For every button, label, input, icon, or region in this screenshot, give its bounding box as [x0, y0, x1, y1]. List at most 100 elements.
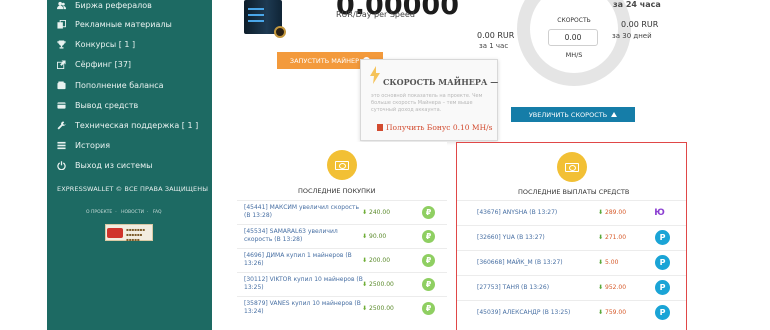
money-icon	[327, 150, 357, 180]
start-miner-label: ЗАПУСТИТЬ МАЙНЕР	[289, 56, 360, 65]
arrow-down-icon: ⬇	[598, 284, 604, 291]
sidebar-item-surfing[interactable]: Сёрфинг [37]	[55, 55, 131, 73]
monthly-income-label: за 30 дней	[612, 32, 652, 40]
increase-speed-button[interactable]: УВЕЛИЧИТЬ СКОРОСТЬ	[511, 107, 635, 122]
purchase-amount: 90.00	[369, 233, 387, 240]
purchase-amount: 2500.00	[369, 281, 394, 288]
payout-amount: 271.00	[605, 234, 627, 241]
payout-text: [45039] АЛЕКСАНДР (В 13:25)	[477, 309, 571, 316]
sidebar: Биржа рефералов Рекламные материалы Конк…	[47, 0, 212, 330]
payout-amount: 952.00	[605, 284, 627, 291]
payeer-icon: P	[655, 280, 670, 295]
speed-gauge: СКОРОСТЬ 0.00 MH/S	[517, 0, 631, 86]
list-item: [45039] АЛЕКСАНДР (В 13:25) ⬇ 759.00 P	[457, 300, 686, 324]
list-item: [45534] SAMARAL63 увеличил скорость (В 13…	[237, 224, 447, 248]
footer-link-about[interactable]: О ПРОЕКТЕ	[86, 210, 112, 215]
payout-amount: 289.00	[605, 209, 627, 216]
daily-income-label: за 24 часа	[613, 0, 661, 9]
purchase-time: (В 13:28)	[244, 212, 272, 219]
purchase-amount: 240.00	[369, 209, 391, 216]
purchase-text: [45534] SAMARAL63 увеличил	[244, 228, 338, 235]
footer-links: О ПРОЕКТЕ · НОВОСТИ · FAQ	[86, 210, 162, 215]
list-item: [30112] VIKTOR купил 10 майнеров (В 13:25…	[237, 272, 447, 296]
purchase-time: 13:25)	[244, 284, 264, 291]
footer-link-faq[interactable]: FAQ	[153, 210, 162, 215]
arrow-down-icon: ⬇	[362, 257, 368, 264]
sidebar-item-withdraw[interactable]: Вывод средств	[55, 96, 138, 114]
sidebar-item-contests[interactable]: Конкурсы [ 1 ]	[55, 35, 135, 53]
sidebar-item-deposit[interactable]: Пополнение баланса	[55, 76, 164, 94]
sidebar-item-referral-exchange[interactable]: Биржа рефералов	[55, 0, 152, 14]
sidebar-item-label: История	[75, 140, 111, 150]
arrow-down-icon: ⬇	[598, 259, 604, 266]
list-icon	[55, 139, 67, 151]
sidebar-item-logout[interactable]: Выход из системы	[55, 156, 152, 174]
hourly-income-value: 0.00 RUR	[477, 31, 515, 40]
recent-purchases-panel: ПОСЛЕДНИЕ ПОКУПКИ [45441] МАКСИМ увеличи…	[237, 142, 447, 330]
fan-icon	[274, 26, 286, 38]
gift-icon	[377, 124, 383, 131]
copy-icon	[55, 18, 67, 30]
purchase-text: [35879] VANES купил 10 майнеров (В	[244, 300, 361, 307]
monthly-income-value: 0.00 RUR	[621, 20, 659, 29]
sidebar-item-support[interactable]: Техническая поддержка [ 1 ]	[55, 116, 198, 134]
list-item: [27753] ТАНЯ (В 13:26) ⬇ 952.00 P	[457, 275, 686, 299]
purchase-text: [4696] ДИМА купил 1 майнеров (В	[244, 252, 352, 259]
counter-badge[interactable]: ▪▪▪▪▪▪▪ ▪▪▪▪▪▪ ▪▪▪▪▪	[105, 224, 153, 242]
payeer-icon: ₽	[422, 278, 435, 291]
tooltip-title: СКОРОСТЬ МАЙНЕРА —	[383, 77, 499, 87]
footer-link-news[interactable]: НОВОСТИ	[121, 210, 144, 215]
users-icon	[55, 0, 67, 11]
miner-income-unit: RUR/Day per Speed	[336, 10, 415, 19]
badge-logo	[107, 228, 123, 238]
list-item: [360668] МАЙК_М (В 13:27) ⬇ 5.00 P	[457, 250, 686, 274]
money-icon	[557, 152, 587, 182]
purchase-text: [30112] VIKTOR купил 10 майнеров (В	[244, 276, 363, 283]
speed-value-field: 0.00	[548, 29, 598, 46]
miner-image	[238, 0, 290, 40]
arrow-down-icon: ⬇	[598, 309, 604, 316]
payeer-icon: ₽	[422, 302, 435, 315]
sidebar-item-label: Биржа рефералов	[75, 0, 152, 10]
wallet-icon	[55, 79, 67, 91]
sidebar-item-label: Техническая поддержка [ 1 ]	[75, 120, 199, 130]
payout-amount: 759.00	[605, 309, 627, 316]
payout-text: [43676] ANYSHA (В 13:27)	[477, 209, 558, 216]
list-item: [32660] YUA (В 13:27) ⬇ 271.00 P	[457, 225, 686, 249]
purchase-text: [45441] МАКСИМ увеличил скорость	[244, 204, 360, 211]
arrow-down-icon: ⬇	[362, 281, 368, 288]
payeer-icon: ₽	[422, 254, 435, 267]
sidebar-item-ad-materials[interactable]: Рекламные материалы	[55, 15, 172, 33]
wrench-icon	[55, 119, 67, 131]
payout-text: [32660] YUA (В 13:27)	[477, 234, 545, 241]
get-bonus-label: Получить Бонус 0.10 MH/s	[386, 123, 493, 132]
miner-speed-tooltip: СКОРОСТЬ МАЙНЕРА — это основной показате…	[360, 59, 498, 141]
arrow-down-icon: ⬇	[598, 234, 604, 241]
power-icon	[55, 159, 67, 171]
arrow-up-icon	[611, 112, 618, 117]
badge-text: ▪▪▪▪▪▪▪ ▪▪▪▪▪▪ ▪▪▪▪▪	[126, 227, 145, 242]
yoomoney-icon: Ю	[654, 207, 665, 218]
sidebar-item-label: Пополнение баланса	[75, 80, 164, 90]
payout-amount: 5.00	[605, 259, 619, 266]
get-bonus-link[interactable]: Получить Бонус 0.10 MH/s	[377, 123, 493, 132]
sidebar-item-label: Конкурсы [ 1 ]	[75, 39, 136, 49]
arrow-down-icon: ⬇	[598, 209, 604, 216]
sidebar-item-label: Выход из системы	[75, 160, 153, 170]
purchase-amount: 2500.00	[369, 305, 394, 312]
purchase-time: 13:26)	[244, 260, 264, 267]
speed-unit: MH/S	[565, 51, 583, 59]
sidebar-item-label: Вывод средств	[75, 100, 139, 110]
payeer-icon: P	[655, 230, 670, 245]
hourly-income-label: за 1 час	[479, 42, 509, 50]
speed-label: СКОРОСТЬ	[557, 17, 591, 24]
payout-text: [27753] ТАНЯ (В 13:26)	[477, 284, 550, 291]
sidebar-item-history[interactable]: История	[55, 136, 110, 154]
recent-payouts-title: ПОСЛЕДНИЕ ВЫПЛАТЫ СРЕДСТВ	[518, 188, 630, 196]
trophy-icon	[55, 38, 67, 50]
recent-payouts-panel: ПОСЛЕДНИЕ ВЫПЛАТЫ СРЕДСТВ [43676] ANYSHA…	[456, 142, 687, 330]
purchase-time: 13:24)	[244, 308, 264, 315]
external-link-icon	[55, 58, 67, 70]
arrow-down-icon: ⬇	[362, 305, 368, 312]
list-item: [43676] ANYSHA (В 13:27) ⬇ 289.00 Ю	[457, 200, 686, 224]
